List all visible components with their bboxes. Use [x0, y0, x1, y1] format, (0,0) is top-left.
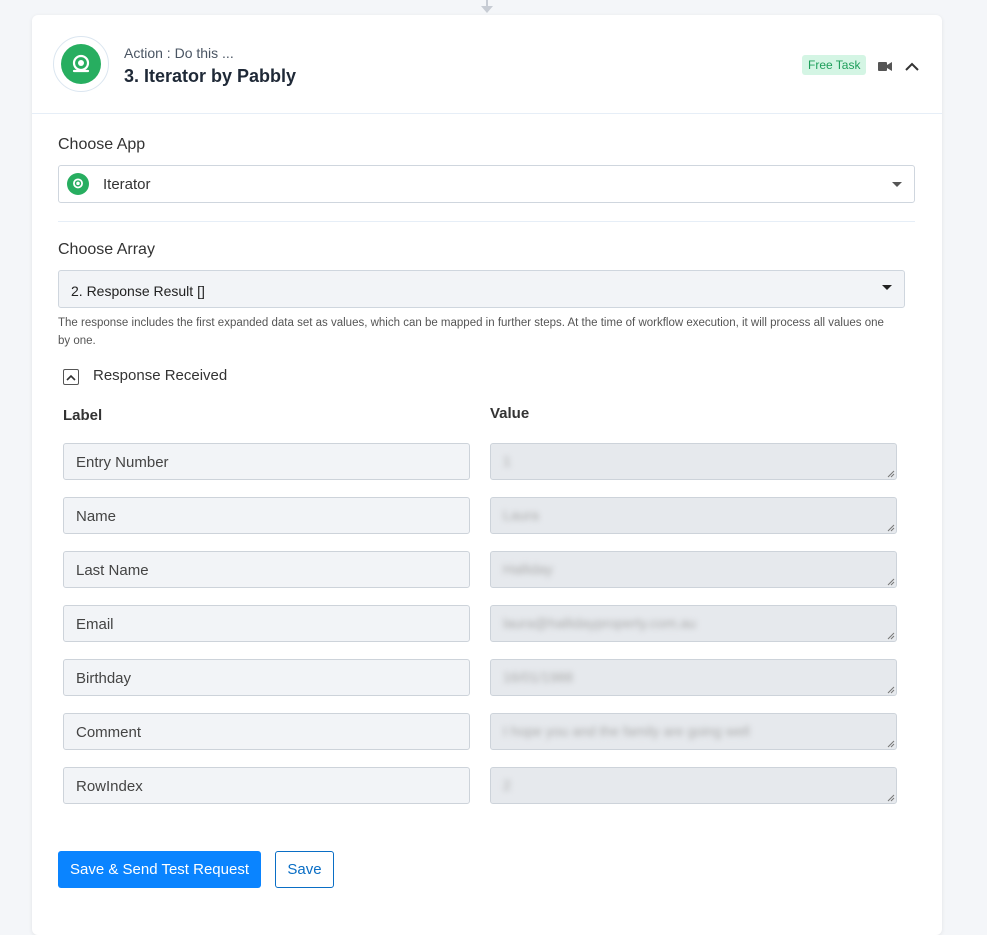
- row-value-comment[interactable]: I hope you and the family are going well: [490, 713, 897, 750]
- video-camera-icon[interactable]: [878, 59, 892, 77]
- row-value-name[interactable]: Laura: [490, 497, 897, 534]
- save-button[interactable]: Save: [275, 851, 334, 888]
- action-step-card: Action : Do this ... 3. Iterator by Pabb…: [32, 15, 942, 935]
- choose-array-label: Choose Array: [58, 241, 155, 258]
- response-received-label: Response Received: [93, 367, 228, 384]
- chevron-up-icon[interactable]: [905, 59, 919, 77]
- choose-app-select[interactable]: Iterator: [58, 165, 915, 203]
- row-value-last-name[interactable]: Halliday: [490, 551, 897, 588]
- choose-app-label: Choose App: [58, 136, 146, 153]
- choose-array-select[interactable]: 2. Response Result []: [58, 270, 905, 308]
- step-kicker: Action : Do this ...: [124, 45, 234, 61]
- row-value-entry-number[interactable]: 1: [490, 443, 897, 480]
- row-label-last-name[interactable]: Last Name: [63, 551, 470, 588]
- row-label-entry-number[interactable]: Entry Number: [63, 443, 470, 480]
- step-header[interactable]: Action : Do this ... 3. Iterator by Pabb…: [32, 15, 942, 114]
- flow-connector-arrow-icon: [481, 6, 493, 13]
- response-toggle-button[interactable]: [63, 369, 79, 385]
- free-task-badge: Free Task: [802, 55, 867, 75]
- iterator-logo-icon: [53, 36, 109, 92]
- row-label-email[interactable]: Email: [63, 605, 470, 642]
- array-help-text: The response includes the first expanded…: [58, 317, 884, 347]
- row-value-rowindex[interactable]: 2: [490, 767, 897, 804]
- value-column-header: Value: [490, 405, 530, 422]
- row-value-birthday[interactable]: 16/01/1988: [490, 659, 897, 696]
- label-column-header: Label: [63, 407, 103, 424]
- row-label-name[interactable]: Name: [63, 497, 470, 534]
- row-label-comment[interactable]: Comment: [63, 713, 470, 750]
- section-divider: [58, 221, 915, 222]
- chevron-down-icon: [892, 182, 902, 187]
- step-title: 3. Iterator by Pabbly: [124, 66, 297, 86]
- choose-app-value: Iterator: [103, 176, 151, 193]
- choose-array-value: 2. Response Result []: [71, 283, 205, 299]
- iterator-mini-icon: [67, 173, 89, 195]
- row-label-birthday[interactable]: Birthday: [63, 659, 470, 696]
- caret-down-icon: [882, 285, 892, 290]
- row-value-email[interactable]: laura@hallidayproperty.com.au: [490, 605, 897, 642]
- save-send-test-button[interactable]: Save & Send Test Request: [58, 851, 261, 888]
- row-label-rowindex[interactable]: RowIndex: [63, 767, 470, 804]
